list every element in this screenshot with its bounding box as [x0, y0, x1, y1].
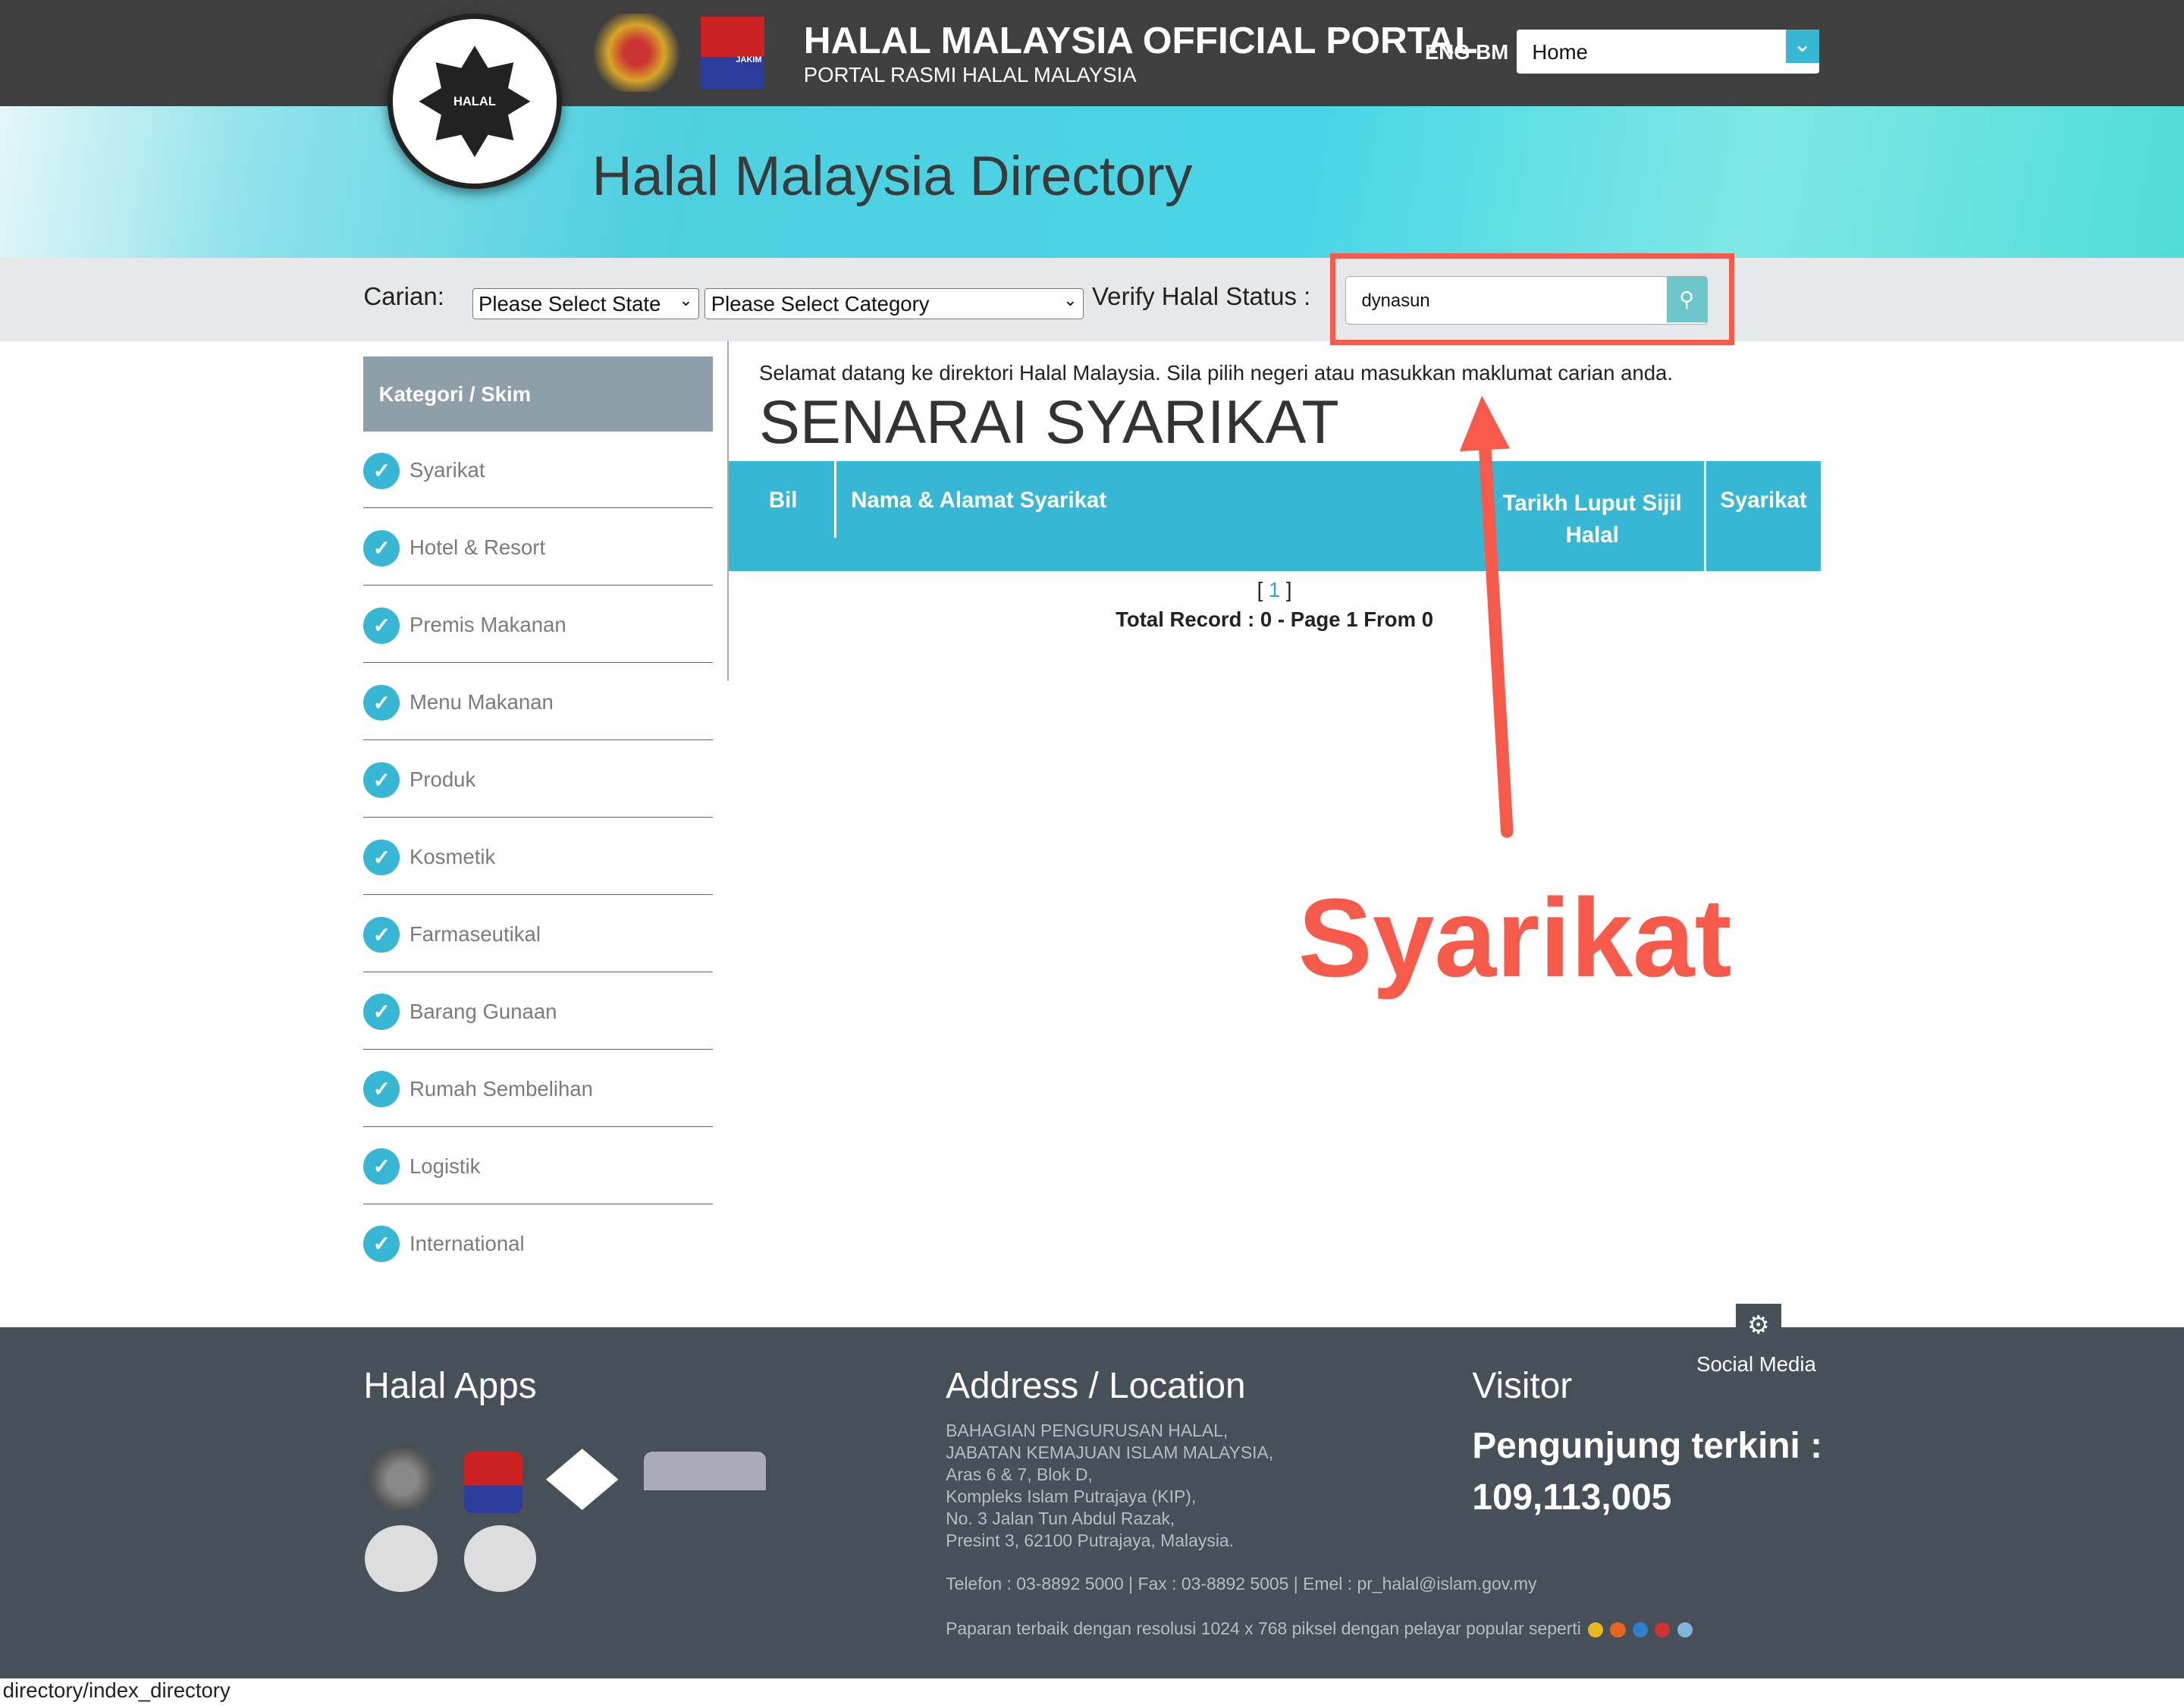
annotation-label: Syarikat — [1298, 876, 1732, 1001]
arrow-head — [1459, 395, 1510, 452]
arrow-shaft — [1478, 436, 1514, 838]
annotation-arrow — [1459, 395, 1514, 838]
